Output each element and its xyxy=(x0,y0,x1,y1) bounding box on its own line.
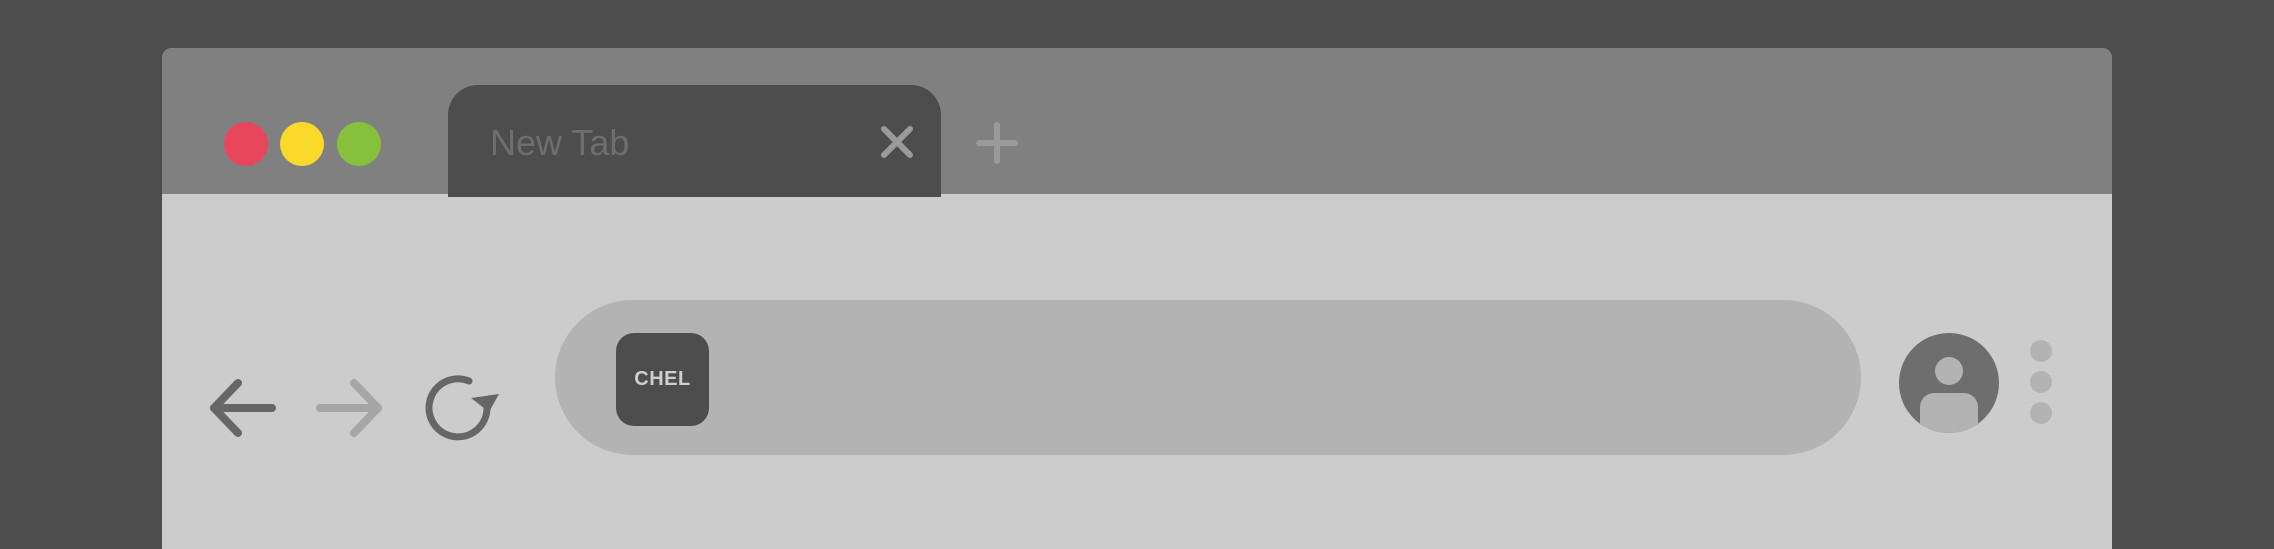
window-close-button[interactable] xyxy=(224,122,268,166)
close-icon[interactable] xyxy=(878,123,916,161)
arrow-right-icon[interactable] xyxy=(314,373,386,443)
avatar-body xyxy=(1920,393,1978,433)
arrow-left-icon[interactable] xyxy=(206,373,278,443)
address-bar[interactable]: CHEL xyxy=(555,300,1861,455)
tab-new-tab[interactable]: New Tab xyxy=(448,85,941,197)
tab-title: New Tab xyxy=(490,122,630,163)
menu-dot xyxy=(2030,371,2052,393)
site-favicon: CHEL xyxy=(616,333,709,426)
window-minimize-button[interactable] xyxy=(280,122,324,166)
user-icon[interactable] xyxy=(1899,333,1999,433)
menu-dot xyxy=(2030,340,2052,362)
browser-window: New Tab CHEL xyxy=(162,48,2112,549)
title-bar: New Tab xyxy=(162,48,2112,197)
avatar-head xyxy=(1935,357,1963,385)
menu-dot xyxy=(2030,402,2052,424)
plus-icon[interactable] xyxy=(974,120,1020,166)
reload-icon[interactable] xyxy=(419,368,505,448)
window-maximize-button[interactable] xyxy=(337,122,381,166)
more-vertical-icon[interactable] xyxy=(2030,340,2052,424)
